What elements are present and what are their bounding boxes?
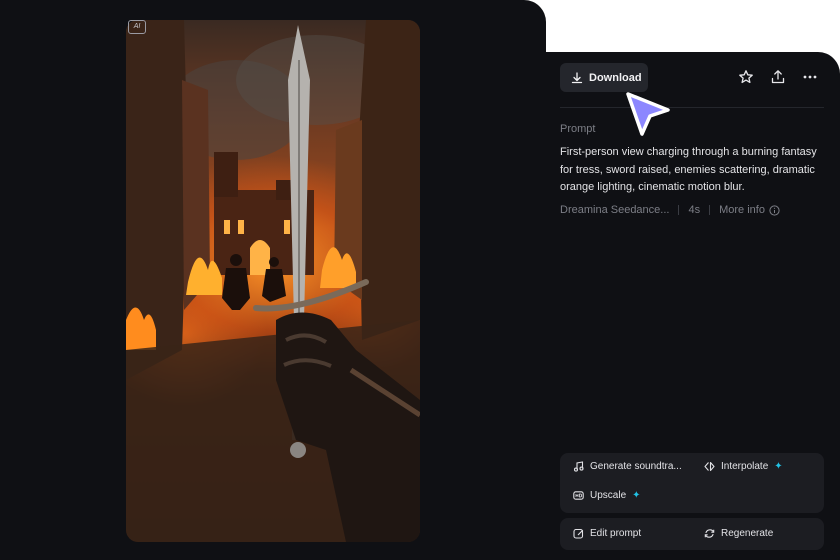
regenerate-button[interactable]: Regenerate xyxy=(704,528,773,539)
sparkle-icon: ✦ xyxy=(632,490,641,501)
ai-badge: AI xyxy=(128,20,146,34)
toolbar-divider xyxy=(560,107,824,108)
more-info-label: More info xyxy=(719,204,765,216)
prompt-text: First-person view charging through a bur… xyxy=(560,146,817,193)
interpolate-button[interactable]: Interpolate ✦ xyxy=(704,461,783,472)
generate-soundtrack-label: Generate soundtra... xyxy=(590,461,682,472)
download-icon xyxy=(571,71,583,84)
info-icon xyxy=(769,204,780,216)
sparkle-icon: ✦ xyxy=(774,461,783,472)
download-label: Download xyxy=(589,71,642,84)
video-scene xyxy=(126,20,420,542)
meta-separator xyxy=(709,205,711,215)
prompt-label: Prompt xyxy=(560,123,596,135)
edit-icon xyxy=(573,528,584,539)
model-name: Dreamina Seedance... xyxy=(560,204,670,216)
regenerate-label: Regenerate xyxy=(721,528,774,539)
upscale-hd-icon xyxy=(573,490,584,501)
video-preview[interactable] xyxy=(126,20,420,542)
duration: 4s xyxy=(688,204,701,216)
upscale-label: Upscale xyxy=(590,490,627,501)
interpolate-label: Interpolate xyxy=(721,461,769,472)
edit-prompt-button[interactable]: Edit prompt xyxy=(573,528,641,539)
interpolate-icon xyxy=(704,461,715,472)
star-icon[interactable] xyxy=(737,68,755,86)
pointer-cursor-icon xyxy=(622,88,674,140)
more-icon[interactable] xyxy=(801,68,819,86)
music-note-icon xyxy=(573,461,584,472)
meta-row: Dreamina Seedance... 4s More info xyxy=(560,203,780,217)
meta-separator xyxy=(678,205,680,215)
regenerate-icon xyxy=(704,528,715,539)
upscale-button[interactable]: Upscale ✦ xyxy=(573,490,641,501)
share-icon[interactable] xyxy=(769,68,787,86)
more-info-link[interactable]: More info xyxy=(719,204,780,216)
edit-prompt-label: Edit prompt xyxy=(590,528,642,539)
generate-soundtrack-button[interactable]: Generate soundtra... xyxy=(573,461,682,472)
